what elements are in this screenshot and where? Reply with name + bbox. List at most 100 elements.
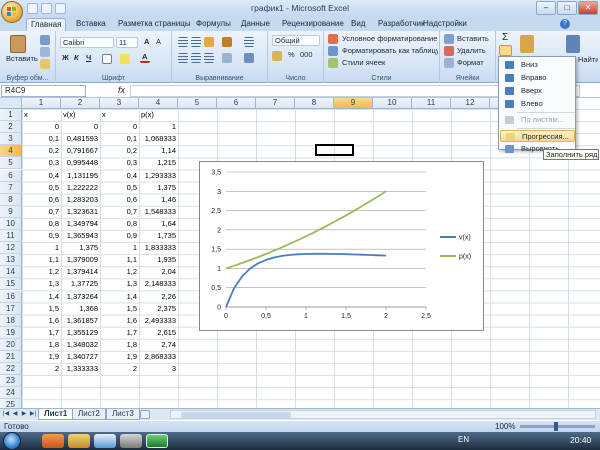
- table-cell[interactable]: 1,215: [139, 157, 178, 169]
- number-format-select[interactable]: Общий: [272, 35, 320, 46]
- column-header[interactable]: 4: [139, 98, 178, 109]
- table-cell[interactable]: 1,365943: [61, 230, 100, 242]
- tab-home[interactable]: Главная: [26, 18, 67, 31]
- find-select-button[interactable]: Найти и: [576, 55, 598, 66]
- column-header[interactable]: 12: [451, 98, 490, 109]
- table-cell[interactable]: 0,7: [22, 206, 61, 218]
- row-header[interactable]: 4: [0, 145, 22, 158]
- table-cell[interactable]: 0,1: [100, 133, 139, 145]
- table-cell[interactable]: 2: [100, 363, 139, 375]
- table-cell[interactable]: 0,2: [22, 145, 61, 157]
- fill-icon[interactable]: [499, 45, 512, 56]
- tab-addins[interactable]: Надстройки: [423, 18, 467, 31]
- save-icon[interactable]: [27, 3, 38, 14]
- language-indicator[interactable]: EN: [458, 435, 469, 444]
- chart[interactable]: 0 0,5 1 1,5 2 2,5 3 3,5 0 0,5 1 1,5 2 2,5 v(x) p(x): [199, 161, 484, 331]
- format-painter-icon[interactable]: [40, 59, 50, 69]
- row-header[interactable]: 6: [0, 169, 22, 182]
- table-cell[interactable]: p(x): [139, 109, 178, 121]
- row-header[interactable]: 15: [0, 278, 22, 291]
- redo-icon[interactable]: [55, 3, 66, 14]
- table-cell[interactable]: 2,868333: [139, 351, 178, 363]
- table-cell[interactable]: 0: [22, 121, 61, 133]
- column-header[interactable]: 3: [100, 98, 139, 109]
- table-cell[interactable]: 1,9: [100, 351, 139, 363]
- table-cell[interactable]: 0,7: [100, 206, 139, 218]
- align-bottom-icon[interactable]: [204, 37, 214, 47]
- orientation-icon[interactable]: [222, 37, 232, 47]
- table-cell[interactable]: 1,4: [22, 291, 61, 303]
- column-header[interactable]: 10: [373, 98, 412, 109]
- table-cell[interactable]: 1,9: [22, 351, 61, 363]
- row-header[interactable]: 3: [0, 133, 22, 146]
- tab-formulas[interactable]: Формулы: [196, 18, 231, 31]
- column-header[interactable]: 8: [295, 98, 334, 109]
- row-header[interactable]: 2: [0, 121, 22, 134]
- table-cell[interactable]: 1,323631: [61, 206, 100, 218]
- table-cell[interactable]: 1,5: [22, 303, 61, 315]
- tab-page-layout[interactable]: Разметка страницы: [118, 18, 191, 31]
- table-cell[interactable]: 1,333333: [61, 363, 100, 375]
- column-header[interactable]: 2: [61, 98, 100, 109]
- cell-styles-button[interactable]: Стили ячеек: [340, 58, 438, 69]
- close-button[interactable]: ✕: [578, 1, 598, 15]
- column-header[interactable]: 1: [22, 98, 61, 109]
- fill-menu-item[interactable]: Влево: [500, 98, 575, 110]
- active-cell-cursor[interactable]: [315, 144, 354, 156]
- table-cell[interactable]: 1,379009: [61, 254, 100, 266]
- row-header[interactable]: 24: [0, 387, 22, 400]
- table-cell[interactable]: 2,26: [139, 291, 178, 303]
- paste-button[interactable]: Вставить: [4, 54, 38, 65]
- prev-sheet-icon[interactable]: ◀: [11, 410, 19, 419]
- table-cell[interactable]: 1,340727: [61, 351, 100, 363]
- fill-menu-item[interactable]: Вниз: [500, 59, 575, 71]
- percent-button[interactable]: %: [286, 50, 296, 61]
- format-cells-button[interactable]: Формат: [455, 58, 495, 69]
- first-sheet-icon[interactable]: |◀: [2, 410, 10, 419]
- insert-cells-button[interactable]: Вставить: [455, 34, 495, 45]
- row-header[interactable]: 16: [0, 290, 22, 303]
- sheet-tab-2[interactable]: Лист2: [72, 409, 106, 420]
- table-cell[interactable]: 1,348032: [61, 339, 100, 351]
- horizontal-scrollbar[interactable]: [170, 410, 596, 419]
- table-cell[interactable]: 1,368: [61, 303, 100, 315]
- underline-button[interactable]: Ч: [84, 53, 94, 64]
- table-cell[interactable]: 1,355129: [61, 327, 100, 339]
- media-player-icon[interactable]: [94, 434, 116, 448]
- tab-data[interactable]: Данные: [241, 18, 270, 31]
- table-cell[interactable]: 1,6: [100, 315, 139, 327]
- merge-cells-icon[interactable]: [244, 53, 254, 63]
- table-cell[interactable]: 0,1: [22, 133, 61, 145]
- table-cell[interactable]: x: [22, 109, 61, 121]
- table-cell[interactable]: 1,3: [100, 278, 139, 290]
- table-cell[interactable]: 1,2: [22, 266, 61, 278]
- table-cell[interactable]: 2,493333: [139, 315, 178, 327]
- row-header[interactable]: 22: [0, 363, 22, 376]
- font-size-select[interactable]: 11: [116, 37, 138, 48]
- column-header[interactable]: 7: [256, 98, 295, 109]
- table-cell[interactable]: 1,1: [22, 254, 61, 266]
- table-cell[interactable]: 1,8: [100, 339, 139, 351]
- table-cell[interactable]: 0,9: [100, 230, 139, 242]
- table-cell[interactable]: 0,4: [100, 170, 139, 182]
- table-cell[interactable]: 1,8: [22, 339, 61, 351]
- table-cell[interactable]: 0: [61, 121, 100, 133]
- table-cell[interactable]: 1,548333: [139, 206, 178, 218]
- table-cell[interactable]: 1,7: [100, 327, 139, 339]
- fill-menu-item[interactable]: Вправо: [500, 72, 575, 84]
- table-cell[interactable]: 1,833333: [139, 242, 178, 254]
- table-cell[interactable]: 1,375: [139, 182, 178, 194]
- zoom-level[interactable]: 100%: [495, 421, 515, 432]
- table-cell[interactable]: 1,2: [100, 266, 139, 278]
- table-cell[interactable]: 2: [22, 363, 61, 375]
- table-cell[interactable]: x: [100, 109, 139, 121]
- maximize-button[interactable]: □: [557, 1, 577, 15]
- row-header[interactable]: 18: [0, 314, 22, 327]
- row-header[interactable]: 9: [0, 205, 22, 218]
- table-cell[interactable]: 0,6: [22, 194, 61, 206]
- row-header[interactable]: 5: [0, 157, 22, 170]
- table-cell[interactable]: 1,5: [100, 303, 139, 315]
- row-header[interactable]: 14: [0, 266, 22, 279]
- last-sheet-icon[interactable]: ▶|: [29, 410, 37, 419]
- office-button[interactable]: [1, 1, 23, 23]
